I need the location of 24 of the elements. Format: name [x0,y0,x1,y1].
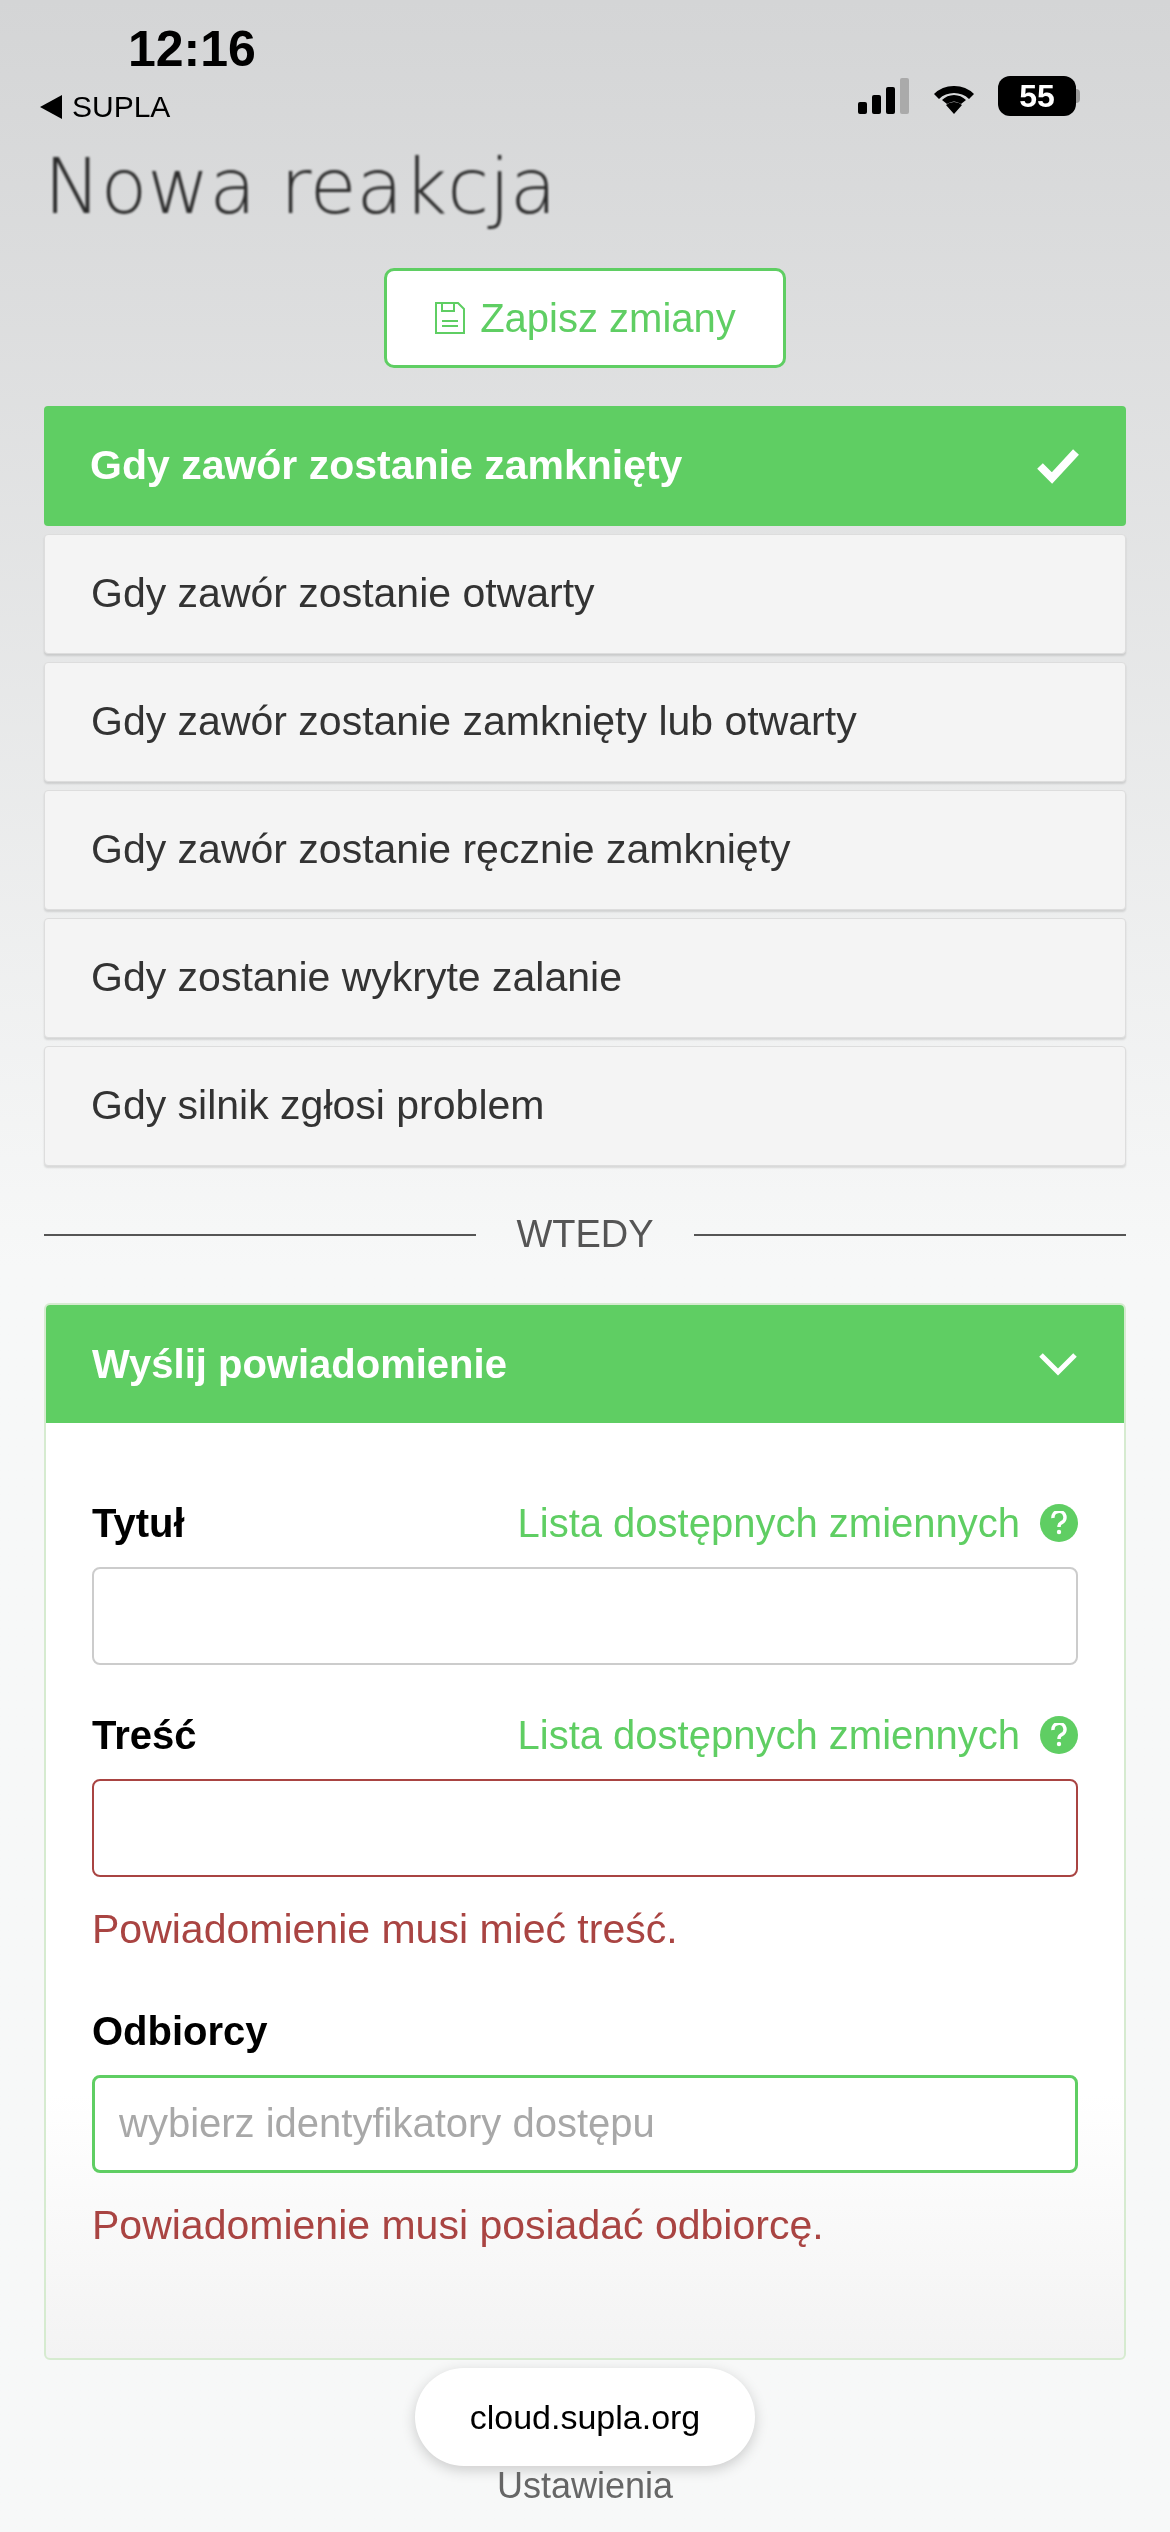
clock: 12:16 [128,24,256,74]
error-message: Powiadomienie musi posiadać odbiorcę. [92,2200,825,2250]
trigger-option[interactable]: Gdy zostanie wykryte zalanie [44,918,1126,1038]
error-message: Powiadomienie musi mieć treść. [92,1905,679,1954]
chevron-down-icon [1038,1352,1078,1376]
trigger-option[interactable]: Gdy silnik zgłosi problem [44,1046,1126,1166]
signal-icon [858,78,910,114]
field-label: Odbiorcy [92,2007,268,2055]
help-icon[interactable] [1040,1504,1078,1542]
help-icon[interactable] [1040,1716,1078,1754]
trigger-option[interactable]: Gdy zawór zostanie otwarty [44,534,1126,654]
back-link[interactable]: SUPLA [40,92,256,122]
field-label: Treść [92,1712,197,1759]
check-icon [1036,448,1080,484]
field-label: Tytuł [92,1500,185,1547]
section-title: Ustawienia [496,2468,674,2504]
text-input[interactable] [92,1779,1078,1877]
url-bar[interactable]: cloud.supla.org [414,2368,756,2466]
text-input[interactable]: wybierz identyfikatory dostępu [92,2074,1078,2173]
trigger-option[interactable]: Gdy zawór zostanie ręcznie zamknięty [44,790,1126,910]
page-title: Nowa reakcja [44,141,557,233]
trigger-option[interactable]: Gdy zawór zostanie zamknięty lub otwarty [44,662,1126,782]
back-triangle-icon [40,95,62,119]
section-divider-label: WTEDY [516,1212,654,1257]
